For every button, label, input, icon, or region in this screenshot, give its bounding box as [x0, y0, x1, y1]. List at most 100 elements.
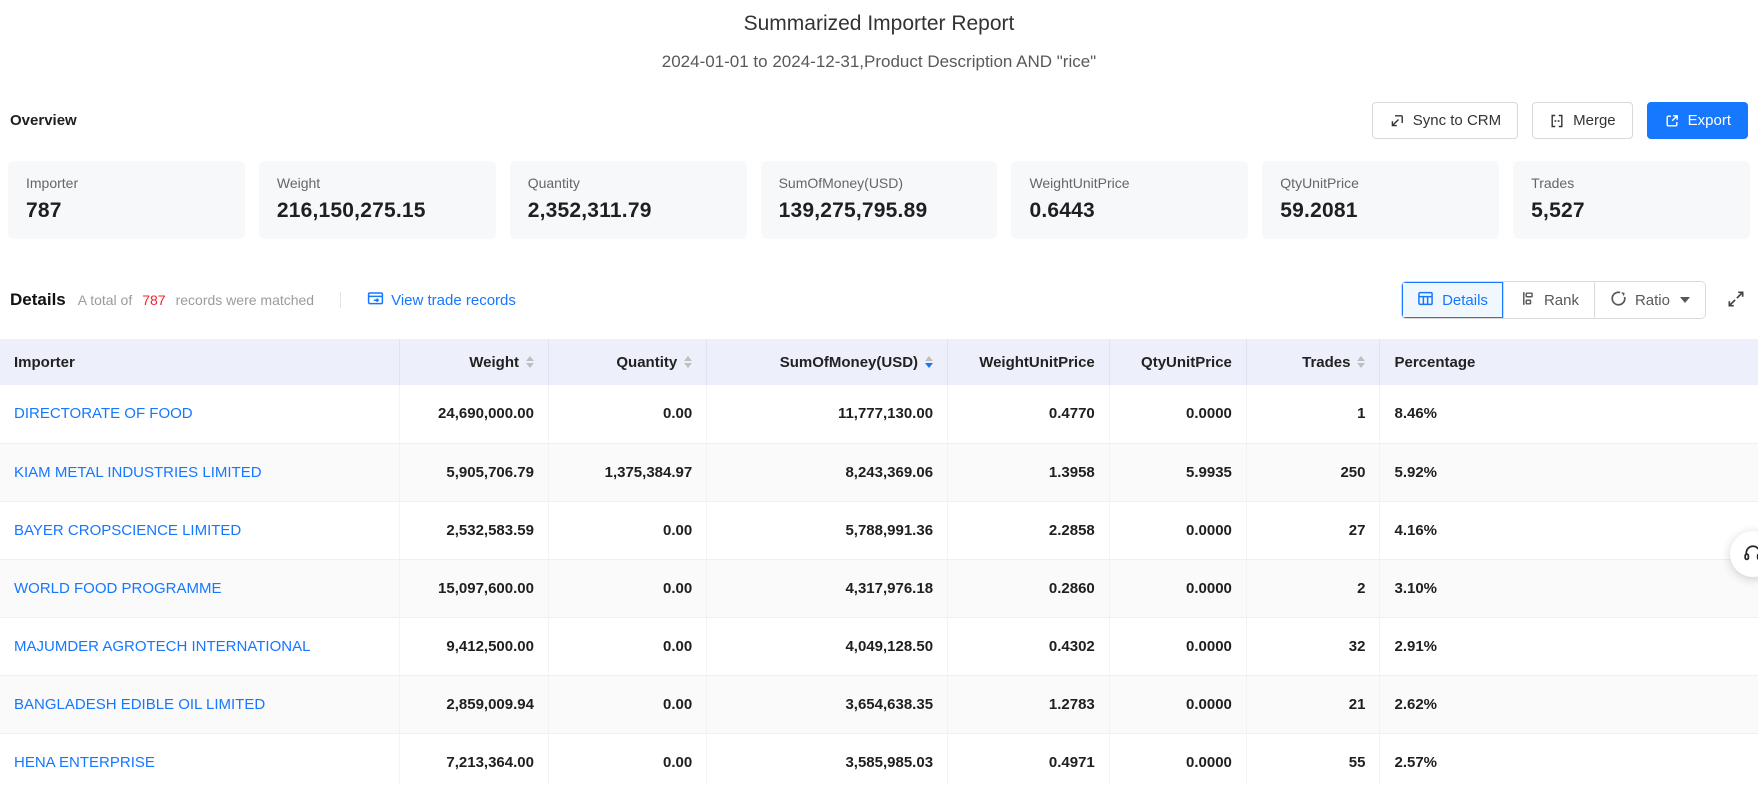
overview-bar: Overview Sync to CRM Merge: [0, 102, 1758, 139]
importer-cell: BAYER CROPSCIENCE LIMITED: [0, 501, 399, 559]
export-icon: [1664, 113, 1680, 129]
fullscreen-expand-icon: [1726, 289, 1746, 312]
merge-button[interactable]: Merge: [1532, 102, 1633, 139]
cell-trades: 27: [1246, 501, 1380, 559]
cell-quantity: 0.00: [548, 733, 706, 785]
card-value: 139,275,795.89: [779, 199, 980, 223]
column-header-quantity[interactable]: Quantity: [548, 339, 706, 385]
table-row: HENA ENTERPRISE7,213,364.000.003,585,985…: [0, 733, 1758, 785]
trade-records-icon: [367, 290, 384, 311]
column-header-weight[interactable]: Weight: [399, 339, 548, 385]
cell-percentage: 2.62%: [1380, 675, 1758, 733]
view-switch: Details Rank Ratio: [1401, 281, 1748, 319]
view-mode-group: Details Rank Ratio: [1401, 281, 1706, 319]
table-row: KIAM METAL INDUSTRIES LIMITED5,905,706.7…: [0, 443, 1758, 501]
cell-weightunitprice: 0.4770: [948, 385, 1110, 443]
cell-quantity: 0.00: [548, 501, 706, 559]
details-toolbar-left: Details A total of 787 records were matc…: [10, 290, 1401, 311]
column-header-importer: Importer: [0, 339, 399, 385]
importer-link[interactable]: DIRECTORATE OF FOOD: [14, 405, 193, 422]
overview-cards: Importer 787 Weight 216,150,275.15 Quant…: [0, 161, 1758, 239]
sort-icon: [684, 356, 692, 368]
headset-icon: [1742, 542, 1758, 567]
fullscreen-button[interactable]: [1724, 287, 1748, 314]
importer-link[interactable]: KIAM METAL INDUSTRIES LIMITED: [14, 464, 262, 481]
cell-trades: 1: [1246, 385, 1380, 443]
column-header-sumofmoney-usd[interactable]: SumOfMoney(USD): [707, 339, 948, 385]
export-button[interactable]: Export: [1647, 102, 1748, 139]
card-value: 5,527: [1531, 199, 1732, 223]
sync-to-crm-button[interactable]: Sync to CRM: [1372, 102, 1518, 139]
card-label: Weight: [277, 175, 478, 191]
cell-weightunitprice: 0.4971: [948, 733, 1110, 785]
cell-weight: 24,690,000.00: [399, 385, 548, 443]
report-filter-subtitle: 2024-01-01 to 2024-12-31,Product Descrip…: [0, 52, 1758, 72]
cell-weight: 15,097,600.00: [399, 559, 548, 617]
importer-link[interactable]: BANGLADESH EDIBLE OIL LIMITED: [14, 696, 265, 713]
column-header-weightunitprice: WeightUnitPrice: [948, 339, 1110, 385]
importer-table: Importer Weight Quantity SumOfMoney(USD): [0, 339, 1758, 785]
sync-to-crm-icon: [1389, 113, 1405, 129]
details-heading: Details: [10, 290, 66, 310]
sort-icon: [925, 356, 933, 368]
overview-card-sumofmoney-usd: SumOfMoney(USD) 139,275,795.89: [761, 161, 998, 239]
cell-qtyunitprice: 0.0000: [1109, 559, 1246, 617]
table-body: DIRECTORATE OF FOOD24,690,000.000.0011,7…: [0, 385, 1758, 785]
export-label: Export: [1688, 112, 1731, 129]
cell-sumofmoney-usd: 3,654,638.35: [707, 675, 948, 733]
match-summary-suffix: records were matched: [176, 292, 315, 308]
overview-actions: Sync to CRM Merge Export: [1372, 102, 1748, 139]
overview-card-quantity: Quantity 2,352,311.79: [510, 161, 747, 239]
card-label: QtyUnitPrice: [1280, 175, 1481, 191]
merge-label: Merge: [1573, 112, 1616, 129]
importer-link[interactable]: BAYER CROPSCIENCE LIMITED: [14, 522, 241, 539]
view-trade-records-label: View trade records: [391, 292, 516, 309]
card-label: Quantity: [528, 175, 729, 191]
cell-quantity: 0.00: [548, 385, 706, 443]
card-value: 59.2081: [1280, 199, 1481, 223]
cell-sumofmoney-usd: 11,777,130.00: [707, 385, 948, 443]
column-header-label: WeightUnitPrice: [979, 354, 1095, 371]
importer-cell: WORLD FOOD PROGRAMME: [0, 559, 399, 617]
details-toolbar: Details A total of 787 records were matc…: [0, 281, 1758, 319]
column-header-qtyunitprice: QtyUnitPrice: [1109, 339, 1246, 385]
view-trade-records-link[interactable]: View trade records: [367, 290, 516, 311]
view-tab-ratio[interactable]: Ratio: [1595, 282, 1705, 318]
card-value: 2,352,311.79: [528, 199, 729, 223]
card-label: Importer: [26, 175, 227, 191]
cell-trades: 250: [1246, 443, 1380, 501]
table-row: BAYER CROPSCIENCE LIMITED 2,532,583.590.0…: [0, 501, 1758, 559]
card-label: Trades: [1531, 175, 1732, 191]
cell-percentage: 3.10%: [1380, 559, 1758, 617]
importer-link[interactable]: HENA ENTERPRISE: [14, 754, 155, 771]
overview-card-importer: Importer 787: [8, 161, 245, 239]
cell-weight: 7,213,364.00: [399, 733, 548, 785]
card-label: WeightUnitPrice: [1029, 175, 1230, 191]
overview-card-weight: Weight 216,150,275.15: [259, 161, 496, 239]
cell-quantity: 0.00: [548, 559, 706, 617]
view-tab-details[interactable]: Details: [1402, 282, 1504, 318]
view-tab-rank[interactable]: Rank: [1504, 282, 1595, 318]
column-header-label: Importer: [14, 354, 75, 371]
importer-link[interactable]: WORLD FOOD PROGRAMME: [14, 580, 222, 597]
column-header-label: Weight: [469, 354, 519, 371]
cell-sumofmoney-usd: 5,788,991.36: [707, 501, 948, 559]
cell-quantity: 1,375,384.97: [548, 443, 706, 501]
view-tab-label: Ratio: [1635, 292, 1670, 309]
view-tab-label: Rank: [1544, 292, 1579, 309]
sync-to-crm-label: Sync to CRM: [1413, 112, 1501, 129]
cell-quantity: 0.00: [548, 617, 706, 675]
table-row: MAJUMDER AGROTECH INTERNATIONAL9,412,500…: [0, 617, 1758, 675]
importer-cell: MAJUMDER AGROTECH INTERNATIONAL: [0, 617, 399, 675]
cell-weightunitprice: 1.3958: [948, 443, 1110, 501]
overview-card-qtyunitprice: QtyUnitPrice 59.2081: [1262, 161, 1499, 239]
column-header-percentage: Percentage: [1380, 339, 1758, 385]
cell-weight: 2,532,583.59: [399, 501, 548, 559]
cell-sumofmoney-usd: 4,317,976.18: [707, 559, 948, 617]
column-header-trades[interactable]: Trades: [1246, 339, 1380, 385]
importer-link[interactable]: MAJUMDER AGROTECH INTERNATIONAL: [14, 638, 310, 655]
cell-weight: 2,859,009.94: [399, 675, 548, 733]
cell-qtyunitprice: 5.9935: [1109, 443, 1246, 501]
cell-percentage: 4.16%: [1380, 501, 1758, 559]
cell-trades: 32: [1246, 617, 1380, 675]
